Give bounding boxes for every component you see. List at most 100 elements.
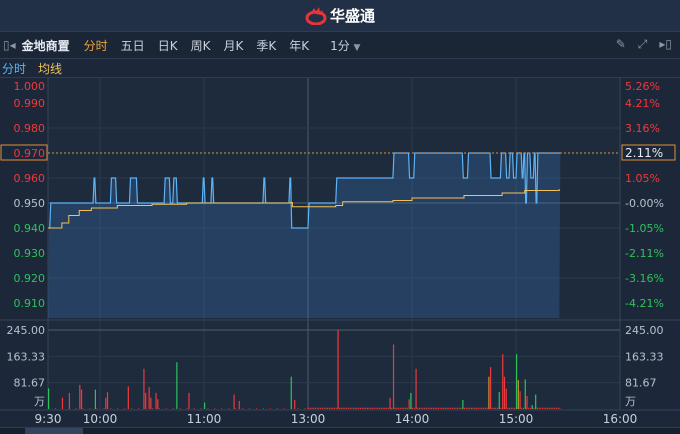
interval-value: 1分 <box>330 38 350 53</box>
pct-tick-label: 4.21% <box>625 97 660 110</box>
tab-five-day[interactable]: 五日 <box>121 37 145 54</box>
volume-bar <box>490 367 492 409</box>
app-logo: 华盛通 <box>305 5 375 26</box>
tab-yearly-k[interactable]: 年K <box>289 37 309 54</box>
volume-bar <box>318 407 320 409</box>
volume-bar <box>110 408 112 409</box>
scroll-thumb[interactable] <box>25 428 83 434</box>
volume-bar <box>337 407 339 409</box>
volume-bar <box>446 407 448 409</box>
volume-bar <box>330 407 332 409</box>
volume-bar <box>347 407 349 409</box>
volume-bar <box>479 407 481 409</box>
volume-bar <box>323 407 325 409</box>
volume-bar <box>269 408 271 409</box>
price-area <box>48 153 561 318</box>
volume-bar <box>327 407 329 409</box>
volume-bar <box>505 388 507 409</box>
volume-bar <box>349 407 351 409</box>
volume-bar <box>502 407 504 409</box>
volume-bar <box>529 407 531 409</box>
price-line <box>49 152 561 229</box>
time-tick-label: 15:00 <box>499 412 534 426</box>
pencil-icon[interactable]: ✎ <box>616 37 626 52</box>
tab-daily-k[interactable]: 日K <box>158 37 178 54</box>
volume-bar <box>495 407 497 409</box>
price-tick-label: 0.920 <box>14 272 46 285</box>
volume-bar <box>242 408 244 409</box>
volume-bar <box>522 407 524 409</box>
time-tick-label: 13:00 <box>291 412 326 426</box>
volume-bar <box>524 379 526 409</box>
price-tick-label: 0.970 <box>14 147 46 160</box>
current-price-box <box>0 144 48 161</box>
volume-bar <box>498 391 500 409</box>
volume-unit-label-right: 万 <box>625 395 636 408</box>
volume-bar <box>510 407 512 409</box>
pct-tick-label: 3.16% <box>625 122 660 135</box>
stock-name: 金地商置 <box>21 38 70 53</box>
tab-intraday[interactable]: 分时 <box>84 37 108 54</box>
volume-bar <box>533 407 535 409</box>
volume-bar <box>438 407 439 409</box>
volume-bar <box>351 407 353 409</box>
volume-bar <box>392 407 394 409</box>
volume-bar <box>380 407 382 409</box>
volume-bar <box>408 399 410 409</box>
pct-tick-label: -1.05% <box>625 222 664 235</box>
fullscreen-icon[interactable]: ⤢ <box>638 37 648 52</box>
volume-bar <box>496 407 498 409</box>
collapse-left-icon[interactable]: ▯◂ <box>3 38 16 52</box>
toolbar: ▯◂ 金地商置 分时 五日 日K 周K 月K 季K 年K 1分 ▼ ✎ ⤢ ▸▯ <box>0 32 680 59</box>
volume-bar <box>396 407 398 409</box>
volume-bar <box>436 407 438 409</box>
tab-weekly-k[interactable]: 周K <box>191 37 211 54</box>
volume-bar <box>488 407 490 409</box>
volume-bar <box>228 408 230 409</box>
volume-bar <box>207 408 209 409</box>
interval-dropdown[interactable]: 1分 ▼ <box>330 37 360 54</box>
price-tick-label: 0.990 <box>14 97 46 110</box>
volume-bar <box>127 386 129 409</box>
volume-bar <box>453 407 455 409</box>
volume-bar <box>441 407 443 409</box>
volume-bar <box>555 407 557 409</box>
volume-bar <box>94 389 96 409</box>
volume-bar <box>361 407 363 409</box>
collapse-right-icon[interactable]: ▸▯ <box>659 37 672 52</box>
volume-bar <box>488 376 490 409</box>
volume-bar <box>117 408 119 409</box>
volume-bar <box>457 407 459 409</box>
volume-bar <box>517 407 519 409</box>
tab-monthly-k[interactable]: 月K <box>223 37 243 54</box>
volume-bar <box>483 407 485 409</box>
volume-bar <box>238 400 240 409</box>
volume-bar <box>150 397 152 409</box>
volume-bar <box>415 407 417 409</box>
volume-bar <box>372 407 374 409</box>
price-tick-label: 0.930 <box>14 247 46 260</box>
volume-bar <box>290 376 292 409</box>
volume-bar <box>552 407 554 409</box>
volume-bar <box>460 407 462 409</box>
pct-tick-label: -4.21% <box>625 297 664 310</box>
volume-bar <box>332 407 334 409</box>
volume-bar <box>498 407 500 409</box>
volume-bar <box>517 379 519 409</box>
volume-bar <box>54 408 56 409</box>
volume-bar <box>535 394 537 409</box>
volume-bar <box>484 407 486 409</box>
tab-quarterly-k[interactable]: 季K <box>256 37 276 54</box>
volume-bar <box>344 407 346 409</box>
volume-bar <box>476 407 478 409</box>
volume-bar <box>519 391 521 409</box>
volume-bar <box>262 408 264 409</box>
volume-bar <box>519 407 521 409</box>
volume-bar <box>439 407 441 409</box>
volume-bar <box>145 392 147 409</box>
volume-bar <box>444 407 446 409</box>
volume-bar <box>214 408 216 409</box>
volume-bar <box>462 399 464 409</box>
volume-bar <box>429 407 431 409</box>
volume-bar <box>103 408 105 409</box>
